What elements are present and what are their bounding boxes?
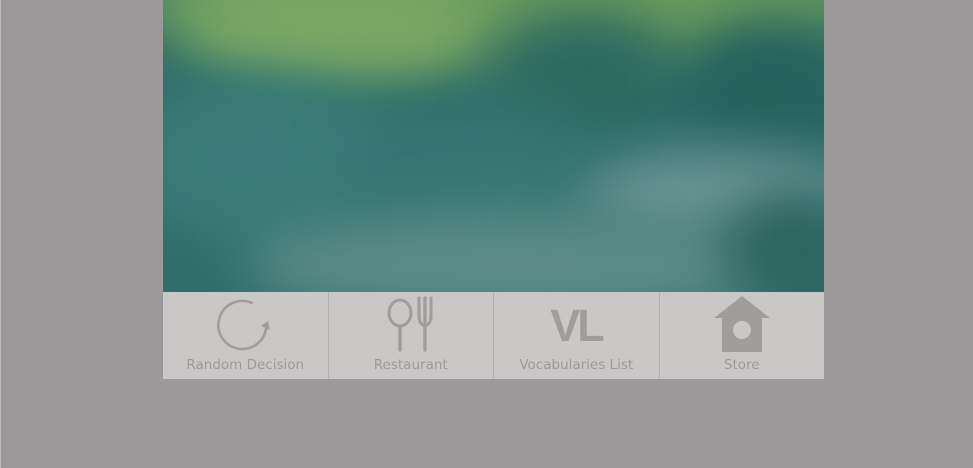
home-icon bbox=[712, 296, 772, 352]
tab-label: Vocabularies List bbox=[519, 357, 634, 373]
bottom-tab-bar: Random Decision Restaurant VL Vocabulari… bbox=[163, 292, 824, 379]
tab-random-decision[interactable]: Random Decision bbox=[163, 292, 328, 379]
vl-icon-text: VL bbox=[550, 300, 604, 351]
vl-icon: VL bbox=[546, 296, 606, 352]
tab-label: Store bbox=[723, 357, 760, 373]
app-frame: Random Decision Restaurant VL Vocabulari… bbox=[163, 0, 824, 379]
window-edge bbox=[0, 0, 1, 468]
tab-vocabularies-list[interactable]: VL Vocabularies List bbox=[493, 292, 659, 379]
tab-label: Random Decision bbox=[186, 357, 305, 373]
tab-store[interactable]: Store bbox=[658, 292, 825, 379]
tab-label: Restaurant bbox=[373, 357, 448, 373]
page: Random Decision Restaurant VL Vocabulari… bbox=[0, 0, 973, 468]
tab-restaurant[interactable]: Restaurant bbox=[327, 292, 494, 379]
refresh-icon bbox=[215, 296, 275, 352]
spoon-fork-icon bbox=[381, 296, 441, 352]
hero-background-image bbox=[163, 0, 824, 292]
